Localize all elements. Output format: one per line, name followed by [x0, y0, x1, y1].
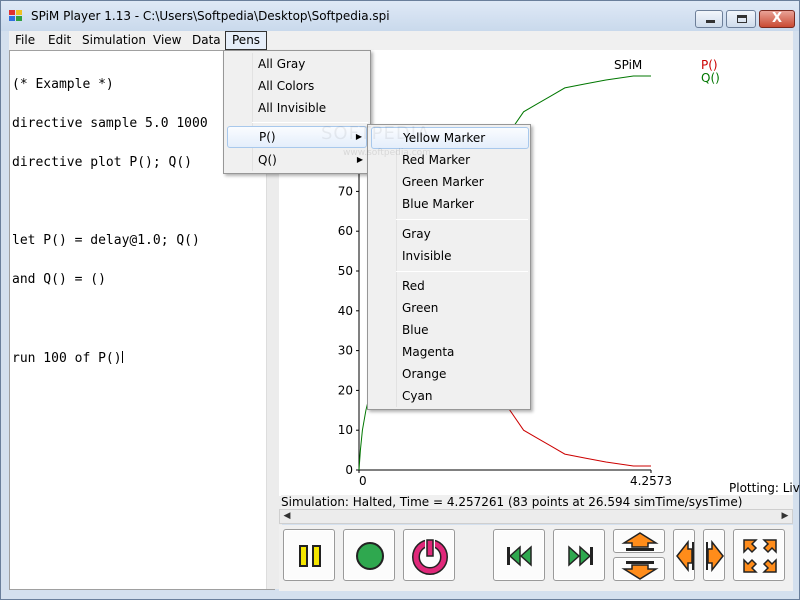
y-tick-label: 40	[338, 304, 353, 318]
y-tick-label: 70	[338, 184, 353, 198]
maximize-icon	[737, 15, 747, 23]
title-bar: SPiM Player 1.13 - C:\Users\Softpedia\De…	[1, 1, 799, 31]
menu-view[interactable]: View	[147, 31, 187, 50]
softpedia-watermark: SOFTPEDIA www.softpedia.com	[321, 121, 481, 161]
menu-data[interactable]: Data	[186, 31, 227, 50]
y-tick-label: 0	[345, 463, 353, 477]
menu-item-label: Q()	[258, 153, 277, 167]
shift-right-icon	[706, 539, 724, 573]
plot-horizontal-scrollbar[interactable]: ◀ ▶	[279, 509, 793, 524]
close-icon: X	[771, 11, 783, 26]
menu-item-all-invisible[interactable]: All Invisible	[227, 97, 367, 119]
minimize-icon	[706, 20, 715, 23]
x-tick-label: 0	[359, 474, 367, 488]
menu-item-all-gray[interactable]: All Gray	[227, 53, 367, 75]
window-title: SPiM Player 1.13 - C:\Users\Softpedia\De…	[31, 9, 390, 23]
scale-up-button[interactable]	[613, 529, 665, 553]
close-button[interactable]: X	[759, 10, 795, 28]
fit-all-icon	[743, 539, 777, 573]
pen-color-submenu: Yellow Marker Red Marker Green Marker Bl…	[367, 124, 531, 410]
maximize-button[interactable]	[726, 10, 756, 28]
shift-left-button[interactable]	[673, 529, 695, 581]
app-window: SPiM Player 1.13 - C:\Users\Softpedia\De…	[0, 0, 800, 600]
chart-title: SPiM	[614, 58, 642, 72]
minimize-button[interactable]	[695, 10, 723, 28]
scale-down-button[interactable]	[613, 557, 665, 581]
shift-right-button[interactable]	[703, 529, 725, 581]
app-icon	[9, 10, 23, 22]
y-tick-label: 60	[338, 224, 353, 238]
pause-button[interactable]	[283, 529, 335, 581]
menu-bar: File Edit Simulation View Data Pens	[9, 31, 793, 50]
power-button[interactable]	[403, 529, 455, 581]
status-bar: Simulation: Halted, Time = 4.257261 (83 …	[281, 481, 800, 509]
y-tick-label: 10	[338, 423, 353, 437]
pause-icon	[299, 545, 321, 567]
editor-line: let P() = delay@1.0; Q()	[12, 233, 200, 248]
legend-entry: Q()	[701, 71, 720, 85]
menu-pens[interactable]: Pens	[225, 31, 268, 50]
y-tick-label: 20	[338, 383, 353, 397]
editor-line-last: run 100 of P()	[12, 351, 208, 366]
record-button[interactable]	[343, 529, 395, 581]
menu-separator	[396, 219, 528, 220]
editor-text[interactable]: (* Example *) directive sample 5.0 1000 …	[12, 52, 208, 390]
editor-line: and Q() = ()	[12, 272, 106, 287]
menu-item-magenta[interactable]: Magenta	[371, 341, 529, 363]
menu-item-blue-marker[interactable]: Blue Marker	[371, 193, 529, 215]
editor-line: directive plot P(); Q()	[12, 155, 193, 170]
menu-item-blue[interactable]: Blue	[371, 319, 529, 341]
y-tick-label: 50	[338, 264, 353, 278]
legend-entry: P()	[701, 58, 718, 72]
menu-edit[interactable]: Edit	[42, 31, 77, 50]
scale-down-icon	[621, 561, 659, 580]
plotting-mode-text: Plotting: Liv	[729, 481, 800, 495]
menu-item-red[interactable]: Red	[371, 275, 529, 297]
editor-line: (* Example *)	[12, 77, 114, 92]
power-icon	[412, 539, 448, 575]
svg-text:SOFTPEDIA: SOFTPEDIA	[321, 123, 430, 144]
menu-item-label: P()	[259, 130, 276, 144]
status-text: Simulation: Halted, Time = 4.257261 (83 …	[281, 495, 743, 509]
scroll-right-arrow-icon[interactable]: ▶	[779, 511, 791, 522]
fit-all-button[interactable]	[733, 529, 785, 581]
rewind-button[interactable]	[493, 529, 545, 581]
x-tick-label: 4.2573	[630, 474, 672, 488]
menu-item-green[interactable]: Green	[371, 297, 529, 319]
scale-up-icon	[621, 532, 659, 551]
y-tick-label: 30	[338, 344, 353, 358]
editor-line: directive sample 5.0 1000	[12, 116, 208, 131]
record-icon	[356, 542, 384, 570]
shift-left-icon	[676, 539, 694, 573]
fast-forward-button[interactable]	[553, 529, 605, 581]
menu-item-invisible[interactable]: Invisible	[371, 245, 529, 267]
menu-item-gray[interactable]: Gray	[371, 223, 529, 245]
watermark-logo: SOFTPEDIA www.softpedia.com	[321, 123, 431, 158]
menu-item-all-colors[interactable]: All Colors	[227, 75, 367, 97]
editor-line: run 100 of P()	[12, 351, 122, 366]
fast-forward-icon	[568, 545, 593, 567]
rewind-icon	[507, 545, 532, 567]
menu-item-green-marker[interactable]: Green Marker	[371, 171, 529, 193]
svg-text:www.softpedia.com: www.softpedia.com	[343, 148, 431, 158]
control-toolbar	[279, 525, 793, 591]
menu-simulation[interactable]: Simulation	[76, 31, 152, 50]
menu-item-cyan[interactable]: Cyan	[371, 385, 529, 407]
text-caret	[121, 351, 123, 363]
menu-separator	[396, 271, 528, 272]
scroll-left-arrow-icon[interactable]: ◀	[281, 511, 293, 522]
menu-file[interactable]: File	[9, 31, 41, 50]
menu-item-orange[interactable]: Orange	[371, 363, 529, 385]
